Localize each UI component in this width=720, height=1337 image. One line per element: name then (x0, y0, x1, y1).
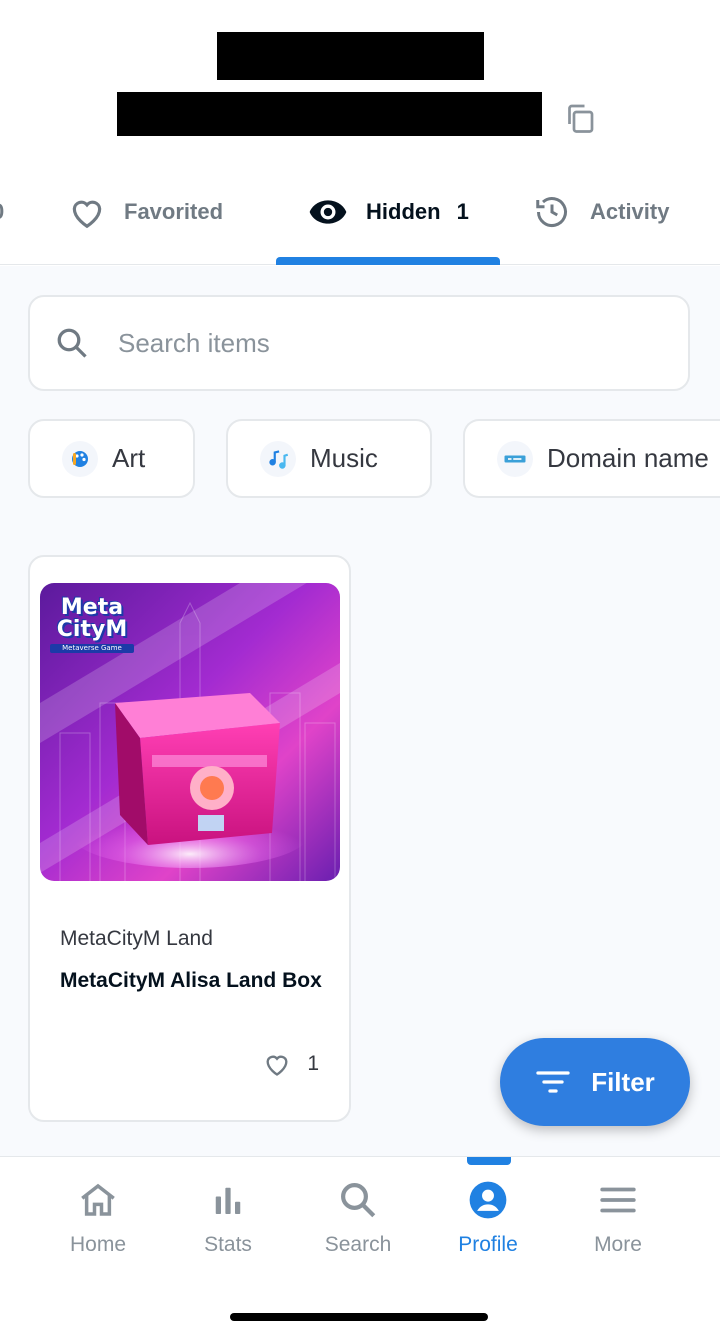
home-indicator (230, 1313, 488, 1321)
favorite-count[interactable]: 1 (263, 1051, 319, 1077)
history-icon (536, 197, 567, 228)
nav-stats-label: Stats (204, 1233, 252, 1256)
search-box[interactable] (28, 295, 690, 391)
nav-home-label: Home (69, 1233, 127, 1256)
home-icon (81, 1183, 115, 1216)
music-icon (260, 440, 296, 477)
nav-stats[interactable]: Stats (163, 1179, 293, 1257)
search-icon (341, 1183, 376, 1218)
profile-header (0, 0, 720, 160)
metacitym-logo: Meta CityM Metaverse Game (50, 597, 134, 653)
profile-tabs: 0 Favorited Hidden 1 Activity (0, 160, 720, 265)
tab-activity[interactable]: Activity (532, 188, 669, 236)
tab-favorited[interactable]: Favorited (68, 188, 223, 236)
chip-art[interactable]: Art (28, 419, 195, 498)
redacted-wallet-address (117, 92, 542, 136)
nav-search-label: Search (324, 1233, 392, 1256)
domain-icon (497, 440, 533, 477)
nav-profile[interactable]: Profile (423, 1179, 553, 1257)
item-name: MetaCityM Alisa Land Box (60, 969, 322, 992)
active-nav-indicator (467, 1157, 511, 1165)
menu-icon (600, 1187, 636, 1213)
filter-button[interactable]: Filter (500, 1038, 690, 1126)
nav-more-label: More (594, 1233, 642, 1256)
collection-name[interactable]: MetaCityM Land (60, 927, 213, 951)
search-input[interactable] (118, 327, 638, 359)
hidden-items-panel: Art Music Domain name (0, 266, 720, 1156)
nav-profile-label: Profile (458, 1233, 518, 1256)
stats-icon (215, 1187, 241, 1214)
filter-button-label: Filter (591, 1066, 655, 1097)
tab-hidden-count: 1 (456, 199, 469, 224)
tab-collected-partial[interactable]: 0 (0, 188, 4, 236)
nft-image[interactable]: Meta CityM Metaverse Game (40, 583, 340, 881)
filter-icon (536, 1071, 570, 1093)
eye-icon (309, 200, 347, 224)
nav-more[interactable]: More (553, 1179, 683, 1257)
nav-home[interactable]: Home (33, 1179, 163, 1257)
profile-icon (469, 1181, 507, 1219)
chip-art-label: Art (112, 443, 146, 473)
tab-favorited-label: Favorited (124, 199, 224, 224)
chip-domain-names[interactable]: Domain name (463, 419, 720, 498)
tab-activity-label: Activity (590, 199, 670, 224)
tab-hidden-label: Hidden (366, 199, 441, 224)
bottom-nav: Home Stats Search Profile More (0, 1156, 720, 1337)
chip-music-label: Music (310, 443, 378, 473)
redacted-username (217, 32, 484, 80)
nav-search[interactable]: Search (293, 1179, 423, 1257)
nft-card[interactable]: Meta CityM Metaverse Game MetaCityM Land… (28, 555, 351, 1122)
chip-domain-label: Domain name (547, 443, 709, 473)
active-tab-indicator (276, 257, 500, 265)
favorite-count-value: 1 (307, 1052, 319, 1075)
art-icon (62, 440, 98, 477)
heart-icon (72, 200, 102, 229)
chip-music[interactable]: Music (226, 419, 432, 498)
copy-icon[interactable] (562, 100, 598, 136)
category-chips: Art Music Domain name (28, 419, 720, 499)
search-icon (57, 328, 87, 358)
heart-icon (266, 1055, 288, 1076)
tab-hidden[interactable]: Hidden 1 (308, 188, 469, 236)
